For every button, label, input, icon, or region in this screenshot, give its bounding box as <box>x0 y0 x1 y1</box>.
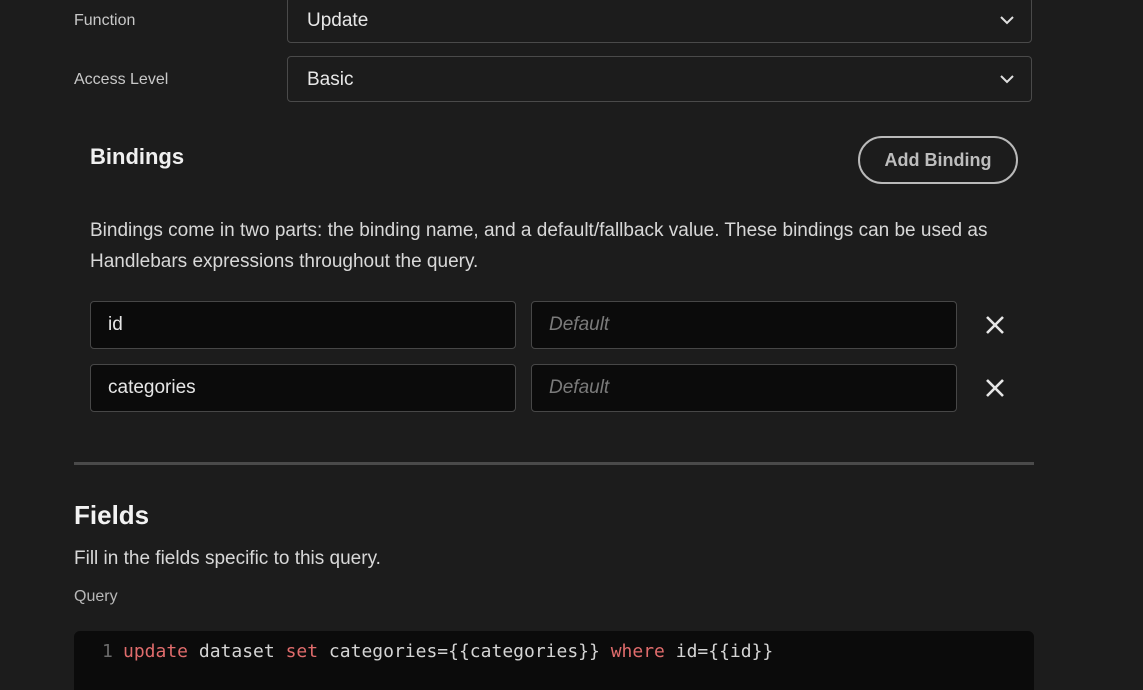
bindings-description: Bindings come in two parts: the binding … <box>90 220 988 272</box>
access-level-row: Access Level Basic <box>74 56 1034 104</box>
line-number: 1 <box>102 641 113 662</box>
chevron-down-icon <box>1000 16 1014 25</box>
add-binding-button[interactable]: Add Binding <box>858 136 1018 184</box>
code-token: id={{id}} <box>664 641 774 662</box>
query-label: Query <box>74 588 118 605</box>
code-token: categories={{categories}} <box>318 641 611 662</box>
binding-row <box>90 301 1020 349</box>
keyword-token: set <box>285 641 319 662</box>
keyword-token: where <box>610 641 665 662</box>
bindings-title: Bindings <box>90 144 185 169</box>
chevron-down-icon <box>1000 75 1014 84</box>
code-token: dataset <box>188 641 286 662</box>
access-level-select-value: Basic <box>307 69 354 90</box>
binding-default-input[interactable] <box>531 301 957 349</box>
binding-default-input[interactable] <box>531 364 957 412</box>
binding-row <box>90 364 1020 412</box>
binding-name-input[interactable] <box>90 364 516 412</box>
fields-description: Fill in the fields specific to this quer… <box>74 548 381 569</box>
access-level-label: Access Level <box>74 71 169 88</box>
fields-title: Fields <box>74 500 150 530</box>
query-code-editor[interactable]: 1 update dataset set categories={{catego… <box>74 631 1034 690</box>
section-divider <box>74 462 1034 465</box>
keyword-token: update <box>123 641 189 662</box>
function-label: Function <box>74 12 136 29</box>
code-line[interactable]: update dataset set categories={{categori… <box>123 641 773 662</box>
close-icon[interactable] <box>983 376 1007 400</box>
function-row: Function Update <box>74 0 1034 45</box>
binding-name-input[interactable] <box>90 301 516 349</box>
function-select[interactable]: Update <box>287 0 1032 43</box>
function-select-value: Update <box>307 10 369 31</box>
access-level-select[interactable]: Basic <box>287 56 1032 102</box>
query-editor-page: Function Update Access Level Basic Bindi… <box>0 0 1143 690</box>
close-icon[interactable] <box>983 313 1007 337</box>
